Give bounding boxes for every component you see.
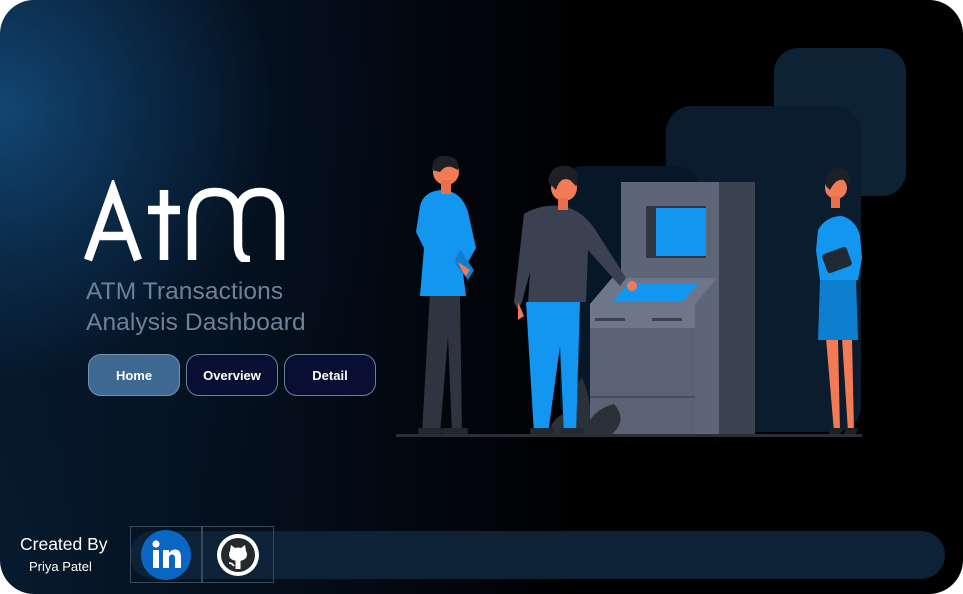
dashboard-subtitle: ATM Transactions Analysis Dashboard (86, 276, 306, 338)
atm-logo-graphic (83, 177, 285, 265)
overview-button[interactable]: Overview (186, 354, 278, 396)
atm-logo (83, 177, 289, 267)
detail-button[interactable]: Detail (284, 354, 376, 396)
man-left (416, 155, 476, 434)
subtitle-line-2: Analysis Dashboard (86, 309, 306, 336)
dashboard-home-page: ATM Transactions Analysis Dashboard Home… (0, 0, 963, 594)
subtitle-line-1: ATM Transactions (86, 278, 284, 305)
author-name: Priya Patel (29, 559, 92, 574)
github-icon (217, 533, 259, 576)
linkedin-link[interactable] (130, 526, 202, 583)
linkedin-icon (141, 529, 191, 580)
home-button[interactable]: Home (88, 354, 180, 396)
atm-people-illustration (396, 48, 906, 437)
created-by-label: Created By (20, 534, 108, 554)
atm-illustration (390, 40, 920, 455)
floor-line (396, 434, 862, 437)
github-link[interactable] (202, 526, 274, 583)
